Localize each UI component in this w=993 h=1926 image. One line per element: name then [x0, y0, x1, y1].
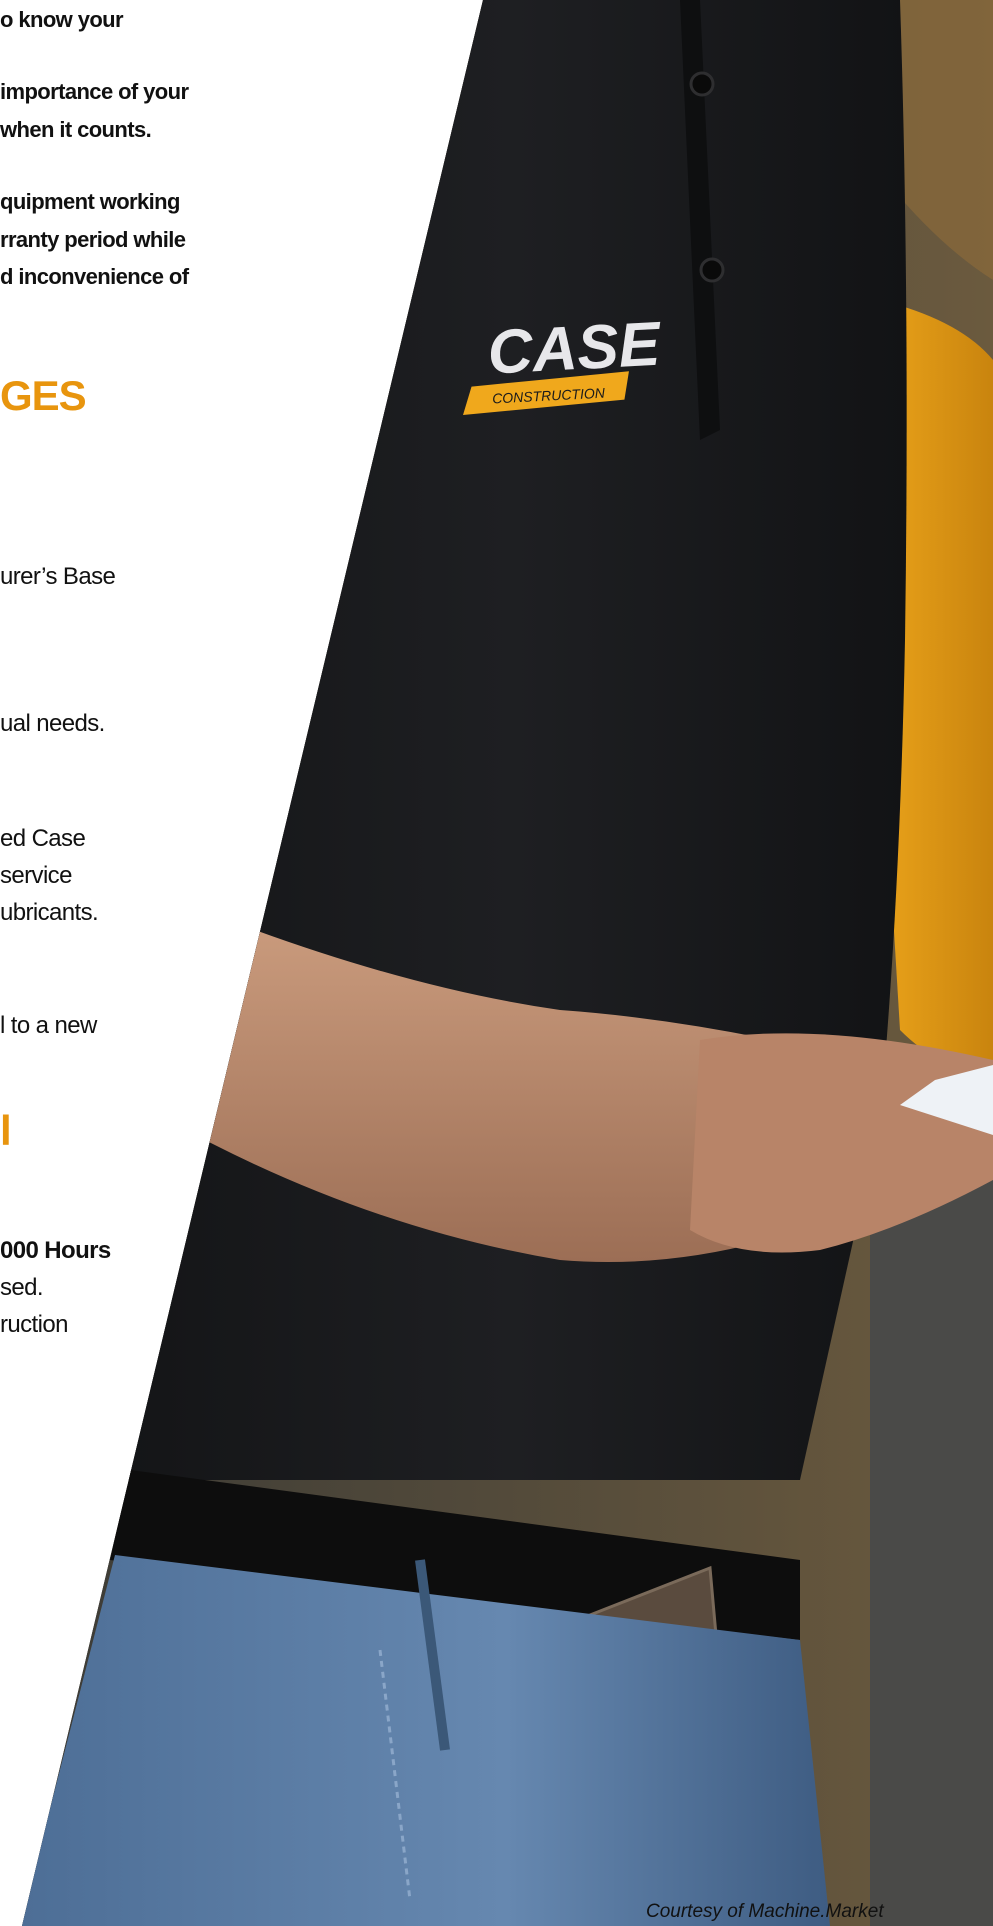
intro-line-2: importance of your [0, 79, 189, 104]
heading-advantages: GES [0, 372, 87, 419]
body-line-8: sed. [0, 1274, 44, 1301]
intro-line-5: rranty period while [0, 227, 186, 252]
body-line-4: service [0, 862, 72, 889]
intro-line-4: quipment working [0, 189, 180, 214]
body-line-7: 000 Hours [0, 1237, 111, 1264]
intro-line-3: when it counts. [0, 117, 152, 142]
logo-text: CASE [486, 310, 663, 388]
intro-line-6: d inconvenience of [0, 264, 189, 289]
body-line-3: ed Case [0, 825, 86, 852]
intro-line-1: o know your [0, 7, 124, 32]
button-2 [699, 257, 725, 283]
body-line-6: l to a new [0, 1012, 97, 1039]
body-line-1: urer’s Base [0, 563, 116, 590]
body-line-5: ubricants. [0, 899, 99, 926]
heading-coverage: l [0, 1107, 12, 1154]
body-line-2: ual needs. [0, 710, 105, 737]
photo-credit: Courtesy of Machine.Market [646, 1901, 884, 1922]
button-1 [689, 71, 715, 97]
body-line-9: ruction [0, 1311, 68, 1338]
